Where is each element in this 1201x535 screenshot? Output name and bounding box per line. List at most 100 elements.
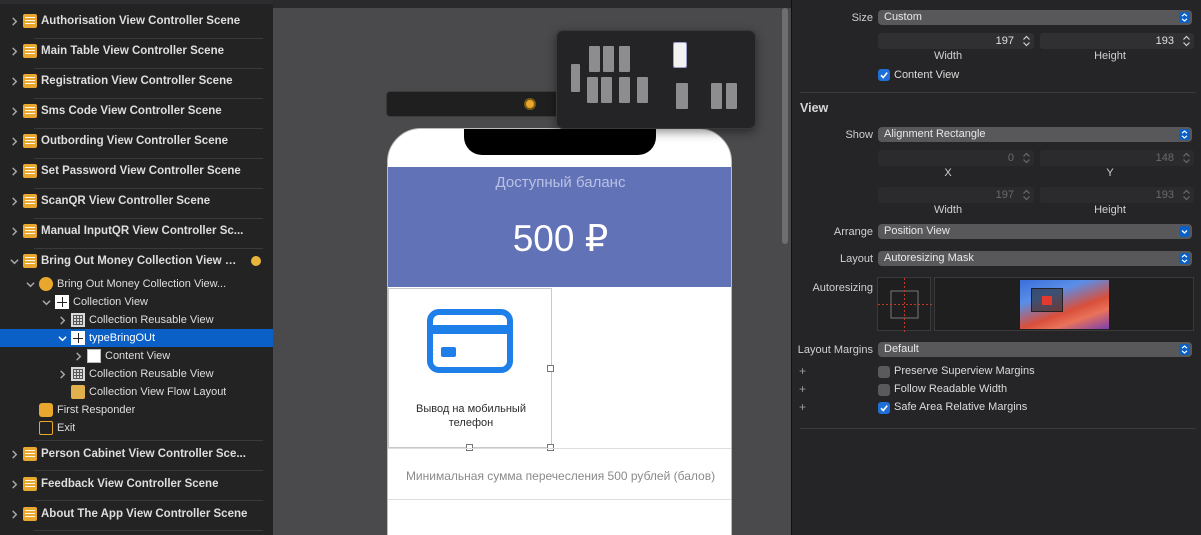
safe-area-relative-margins-checkbox[interactable]: [878, 402, 890, 414]
preview-superview: [1031, 288, 1063, 312]
chevron-down-icon[interactable]: [8, 255, 20, 267]
outline-item-reusable-view-2[interactable]: Collection Reusable View: [0, 365, 273, 383]
outline-item-exit[interactable]: Exit: [0, 419, 273, 437]
chevron-right-icon[interactable]: [8, 15, 20, 27]
scene-label: Bring Out Money Collection View C...: [41, 255, 241, 267]
show-popup[interactable]: Alignment Rectangle: [878, 127, 1192, 142]
minimap-scene: [619, 46, 630, 72]
chevron-right-icon[interactable]: [8, 75, 20, 87]
outline-item-selected-cell[interactable]: typeBringOUt: [0, 329, 273, 347]
outline-label: Collection View: [73, 296, 149, 308]
outline-item-reusable-view-1[interactable]: Collection Reusable View: [0, 311, 273, 329]
y-field[interactable]: 148: [1040, 150, 1194, 166]
device-notch: [464, 129, 656, 155]
y-value: 148: [1155, 152, 1174, 164]
warning-icon[interactable]: [251, 256, 261, 266]
scene-row-registration[interactable]: Registration View Controller Scene: [0, 68, 273, 94]
scene-row-main-table[interactable]: Main Table View Controller Scene: [0, 38, 273, 64]
canvas-scrollbar[interactable]: [782, 8, 788, 244]
arrange-popup[interactable]: Position View: [878, 224, 1192, 239]
scene-row-feedback[interactable]: Feedback View Controller Scene: [0, 471, 273, 497]
size-popup[interactable]: Custom: [878, 10, 1192, 25]
chevron-down-icon[interactable]: [24, 278, 36, 290]
stepper-icon[interactable]: [1022, 35, 1031, 47]
chevron-down-icon[interactable]: [56, 332, 68, 344]
outline-item-first-responder[interactable]: First Responder: [0, 401, 273, 419]
scene-row-bring-out-money[interactable]: Bring Out Money Collection View C...: [0, 248, 273, 274]
resize-handle[interactable]: [547, 365, 554, 372]
scene-row-person-cabinet[interactable]: Person Cabinet View Controller Sce...: [0, 441, 273, 467]
add-variation-plus[interactable]: +: [799, 364, 806, 378]
reusable-view-icon: [71, 313, 85, 327]
chevron-right-icon[interactable]: [72, 350, 84, 362]
stepper-icon[interactable]: [1182, 152, 1191, 164]
frame-height-field[interactable]: 193: [1040, 187, 1194, 203]
outline-item-controller[interactable]: Bring Out Money Collection View...: [0, 275, 273, 293]
chevron-right-icon[interactable]: [8, 165, 20, 177]
scene-row-sms-code[interactable]: Sms Code View Controller Scene: [0, 98, 273, 124]
size-label: Size: [851, 12, 873, 24]
frame-width-field[interactable]: 197: [878, 187, 1034, 203]
scene-row-set-password[interactable]: Set Password View Controller Scene: [0, 158, 273, 184]
width-field[interactable]: 197: [878, 33, 1034, 49]
collection-cell[interactable]: Вывод на мобильный телефон: [388, 288, 552, 448]
content-view-checkbox[interactable]: [878, 69, 890, 81]
outline-item-collection-view[interactable]: Collection View: [0, 293, 273, 311]
outline-item-content-view[interactable]: Content View: [0, 347, 273, 365]
stepper-icon[interactable]: [1022, 152, 1031, 164]
scene-icon: [23, 164, 37, 178]
add-variation-plus[interactable]: +: [799, 400, 806, 414]
add-variation-plus[interactable]: +: [799, 382, 806, 396]
preview-wallpaper: [1020, 280, 1109, 329]
preserve-superview-margins-checkbox[interactable]: [878, 366, 890, 378]
x-field[interactable]: 0: [878, 150, 1034, 166]
height-field[interactable]: 193: [1040, 33, 1194, 49]
chevron-right-icon[interactable]: [8, 195, 20, 207]
scene-row-about-the-app[interactable]: About The App View Controller Scene: [0, 501, 273, 527]
view-controller-icon[interactable]: [524, 98, 536, 110]
minimum-amount-row: Минимальная сумма перечесления 500 рубле…: [388, 448, 731, 500]
scene-row-manual-inputqr[interactable]: Manual InputQR View Controller Sc...: [0, 218, 273, 244]
scene-icon: [23, 507, 37, 521]
layout-popup[interactable]: Autoresizing Mask: [878, 251, 1192, 266]
stepper-icon[interactable]: [1182, 189, 1191, 201]
width-caption: Width: [933, 50, 963, 62]
popup-arrows-icon: [1179, 344, 1190, 355]
scene-label: Set Password View Controller Scene: [41, 165, 241, 177]
y-caption: Y: [1106, 167, 1114, 179]
scene-row-scanqr[interactable]: ScanQR View Controller Scene: [0, 188, 273, 214]
scene-icon: [23, 104, 37, 118]
follow-readable-width-checkbox[interactable]: [878, 384, 890, 396]
arrange-label: Arrange: [833, 226, 873, 238]
chevron-right-icon[interactable]: [8, 225, 20, 237]
outline-label: Collection View Flow Layout: [89, 386, 227, 398]
balance-header[interactable]: Доступный баланс 500 ₽: [388, 167, 731, 287]
scene-icon: [23, 224, 37, 238]
stepper-icon[interactable]: [1022, 189, 1031, 201]
scene-row-authorisation[interactable]: Authorisation View Controller Scene: [0, 8, 273, 34]
view-icon: [87, 349, 101, 363]
chevron-right-icon[interactable]: [8, 478, 20, 490]
chevron-right-icon[interactable]: [56, 368, 68, 380]
chevron-down-icon[interactable]: [40, 296, 52, 308]
chevron-right-icon[interactable]: [8, 448, 20, 460]
chevron-right-icon[interactable]: [56, 314, 68, 326]
outline-item-flow-layout[interactable]: Collection View Flow Layout: [0, 383, 273, 401]
chevron-right-icon[interactable]: [8, 508, 20, 520]
minimap-viewport[interactable]: [673, 42, 687, 68]
collection-cell-icon: [71, 331, 85, 345]
stepper-icon[interactable]: [1182, 35, 1191, 47]
outline-label: Collection Reusable View: [89, 368, 214, 380]
chevron-right-icon[interactable]: [8, 105, 20, 117]
layout-margins-popup[interactable]: Default: [878, 342, 1192, 357]
scene-row-outbording[interactable]: Outbording View Controller Scene: [0, 128, 273, 154]
storyboard-canvas[interactable]: Доступный баланс 500 ₽ Вывод на мобильны…: [273, 0, 791, 535]
scene-label: Registration View Controller Scene: [41, 75, 233, 87]
scene-label: ScanQR View Controller Scene: [41, 195, 211, 207]
autoresizing-mask-editor[interactable]: [877, 277, 932, 332]
canvas-minimap[interactable]: [556, 30, 756, 129]
chevron-right-icon[interactable]: [8, 135, 20, 147]
chevron-down-icon: [1179, 226, 1190, 237]
chevron-right-icon[interactable]: [8, 45, 20, 57]
